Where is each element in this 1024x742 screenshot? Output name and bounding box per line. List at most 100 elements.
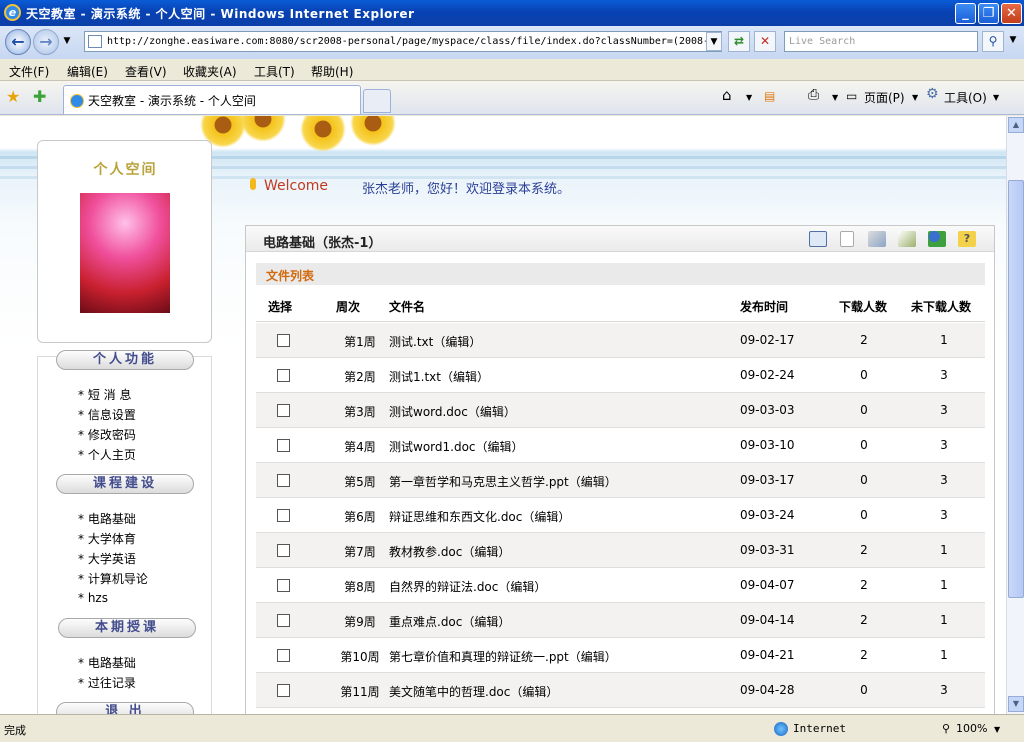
page-menu-button[interactable]: 页面(P) [864, 89, 905, 106]
sidebar-course-pe[interactable]: * 大学体育 [78, 530, 136, 547]
cell-downloaded: 0 [860, 683, 868, 697]
menu-view[interactable]: 查看(V) [125, 63, 167, 80]
select-checkbox[interactable] [277, 404, 290, 417]
cell-downloaded: 0 [860, 508, 868, 522]
cell-filename-link[interactable]: 重点难点.doc（编辑） [389, 613, 510, 630]
cell-downloaded: 0 [860, 473, 868, 487]
sidebar-item-settings[interactable]: * 信息设置 [78, 406, 136, 423]
address-dropdown-icon[interactable]: ▼ [706, 32, 722, 51]
users-icon[interactable] [928, 231, 946, 247]
cell-filename-link[interactable]: 美文随笔中的哲理.doc（编辑） [389, 683, 558, 700]
refresh-icon[interactable]: ⇄ [728, 31, 750, 52]
cell-filename-link[interactable]: 测试.txt（编辑） [389, 333, 481, 350]
attachment-icon[interactable] [868, 231, 886, 247]
search-options-icon[interactable]: ▼ [1006, 31, 1020, 52]
document-icon[interactable] [840, 231, 854, 247]
cell-filename-link[interactable]: 辩证思维和东西文化.doc（编辑） [389, 508, 570, 525]
notice-icon[interactable] [809, 231, 827, 247]
menu-tools[interactable]: 工具(T) [254, 63, 295, 80]
cell-filename-link[interactable]: 自然界的辩证法.doc（编辑） [389, 578, 546, 595]
profile-card: 个人空间 [37, 140, 212, 343]
scroll-up-arrow[interactable]: ▲ [1008, 117, 1024, 133]
menu-favorites[interactable]: 收藏夹(A) [183, 63, 237, 80]
tab-current[interactable]: 天空教室 - 演示系统 - 个人空间 [63, 85, 361, 114]
select-checkbox[interactable] [277, 614, 290, 627]
sidebar-course-hzs[interactable]: * hzs [78, 591, 108, 605]
gear-icon: ⚙ [926, 86, 939, 102]
cell-week: 第4周 [344, 440, 376, 454]
cell-downloaded: 0 [860, 403, 868, 417]
close-button[interactable]: ✕ [1001, 3, 1022, 24]
cell-filename-link[interactable]: 测试1.txt（编辑） [389, 368, 489, 385]
file-list-title: 文件列表 [266, 269, 315, 283]
menu-help[interactable]: 帮助(H) [311, 63, 353, 80]
sidebar-course-english[interactable]: * 大学英语 [78, 550, 136, 567]
page-menu-icon: ▭ [846, 89, 858, 103]
forward-button[interactable]: → [33, 29, 59, 55]
help-icon[interactable]: ? [958, 231, 976, 247]
cell-filename-link[interactable]: 第七章价值和真理的辩证统一.ppt（编辑） [389, 648, 617, 665]
cell-filename-link[interactable]: 教材教参.doc（编辑） [389, 543, 510, 560]
table-row: 第4周 测试word1.doc（编辑） 09-03-10 0 3 [256, 428, 985, 463]
zoom-level[interactable]: 100% [956, 722, 987, 735]
address-input[interactable]: http://zonghe.easiware.com:8080/scr2008-… [84, 31, 722, 52]
favorites-star-icon[interactable]: ★ [6, 87, 20, 106]
sidebar-teaching-circuits[interactable]: * 电路基础 [78, 654, 136, 671]
cell-date: 09-03-24 [740, 508, 795, 522]
print-dropdown-icon[interactable]: ▼ [832, 93, 838, 102]
tools-menu-button[interactable]: 工具(O) [944, 89, 987, 106]
select-checkbox[interactable] [277, 509, 290, 522]
sidebar-item-password[interactable]: * 修改密码 [78, 426, 136, 443]
search-icon[interactable]: ⚲ [982, 31, 1004, 52]
cell-not-downloaded: 1 [940, 613, 948, 627]
cell-filename-link[interactable]: 测试word1.doc（编辑） [389, 438, 524, 455]
feeds-icon[interactable]: ▤ [764, 89, 775, 103]
home-icon[interactable]: ⌂ [722, 86, 732, 104]
table-row: 第5周 第一章哲学和马克思主义哲学.ppt（编辑） 09-03-17 0 3 [256, 463, 985, 498]
select-checkbox[interactable] [277, 579, 290, 592]
back-button[interactable]: ← [5, 29, 31, 55]
browser-window: e 天空教室 - 演示系统 - 个人空间 - Windows Internet … [0, 0, 1024, 742]
page-dropdown-icon[interactable]: ▼ [912, 93, 918, 102]
panel-title: 电路基础（张杰-1） [263, 236, 382, 251]
cell-date: 09-03-10 [740, 438, 795, 452]
live-search-input[interactable]: Live Search [784, 31, 978, 52]
tools-dropdown-icon[interactable]: ▼ [993, 93, 999, 102]
stop-icon[interactable]: ✕ [754, 31, 776, 52]
select-checkbox[interactable] [277, 684, 290, 697]
sidebar-item-messages[interactable]: * 短 消 息 [78, 386, 131, 403]
select-checkbox[interactable] [277, 474, 290, 487]
scroll-thumb[interactable] [1008, 180, 1024, 598]
cell-filename-link[interactable]: 第一章哲学和马克思主义哲学.ppt（编辑） [389, 473, 617, 490]
scroll-down-arrow[interactable]: ▼ [1008, 696, 1024, 712]
zoom-dropdown-icon[interactable]: ▼ [994, 725, 1000, 734]
cell-date: 09-02-17 [740, 333, 795, 347]
select-checkbox[interactable] [277, 544, 290, 557]
select-checkbox[interactable] [277, 649, 290, 662]
edit-pen-icon[interactable] [898, 231, 916, 247]
logout-button[interactable]: 退 出 [56, 702, 194, 714]
cell-date: 09-03-31 [740, 543, 795, 557]
menu-edit[interactable]: 编辑(E) [67, 63, 108, 80]
menu-file[interactable]: 文件(F) [9, 63, 49, 80]
cell-not-downloaded: 3 [940, 438, 948, 452]
zoom-icon: ⚲ [942, 722, 951, 735]
select-checkbox[interactable] [277, 369, 290, 382]
section-personal-functions: 个人功能 [56, 350, 194, 370]
history-dropdown-icon[interactable]: ▼ [60, 32, 74, 53]
select-checkbox[interactable] [277, 439, 290, 452]
minimize-button[interactable]: _ [955, 3, 976, 24]
cell-week: 第3周 [344, 405, 376, 419]
print-icon[interactable]: ⎙ [808, 87, 819, 103]
add-favorite-icon[interactable]: ✚ [33, 87, 46, 106]
sidebar-teaching-history[interactable]: * 过往记录 [78, 674, 136, 691]
home-dropdown-icon[interactable]: ▼ [746, 93, 752, 102]
vertical-scrollbar[interactable]: ▲ ▼ [1006, 116, 1024, 714]
select-checkbox[interactable] [277, 334, 290, 347]
new-tab-button[interactable] [363, 89, 391, 113]
sidebar-course-circuits[interactable]: * 电路基础 [78, 510, 136, 527]
cell-filename-link[interactable]: 测试word.doc（编辑） [389, 403, 516, 420]
sidebar-course-cs[interactable]: * 计算机导论 [78, 570, 148, 587]
maximize-button[interactable]: ❐ [978, 3, 999, 24]
sidebar-item-homepage[interactable]: * 个人主页 [78, 446, 136, 463]
